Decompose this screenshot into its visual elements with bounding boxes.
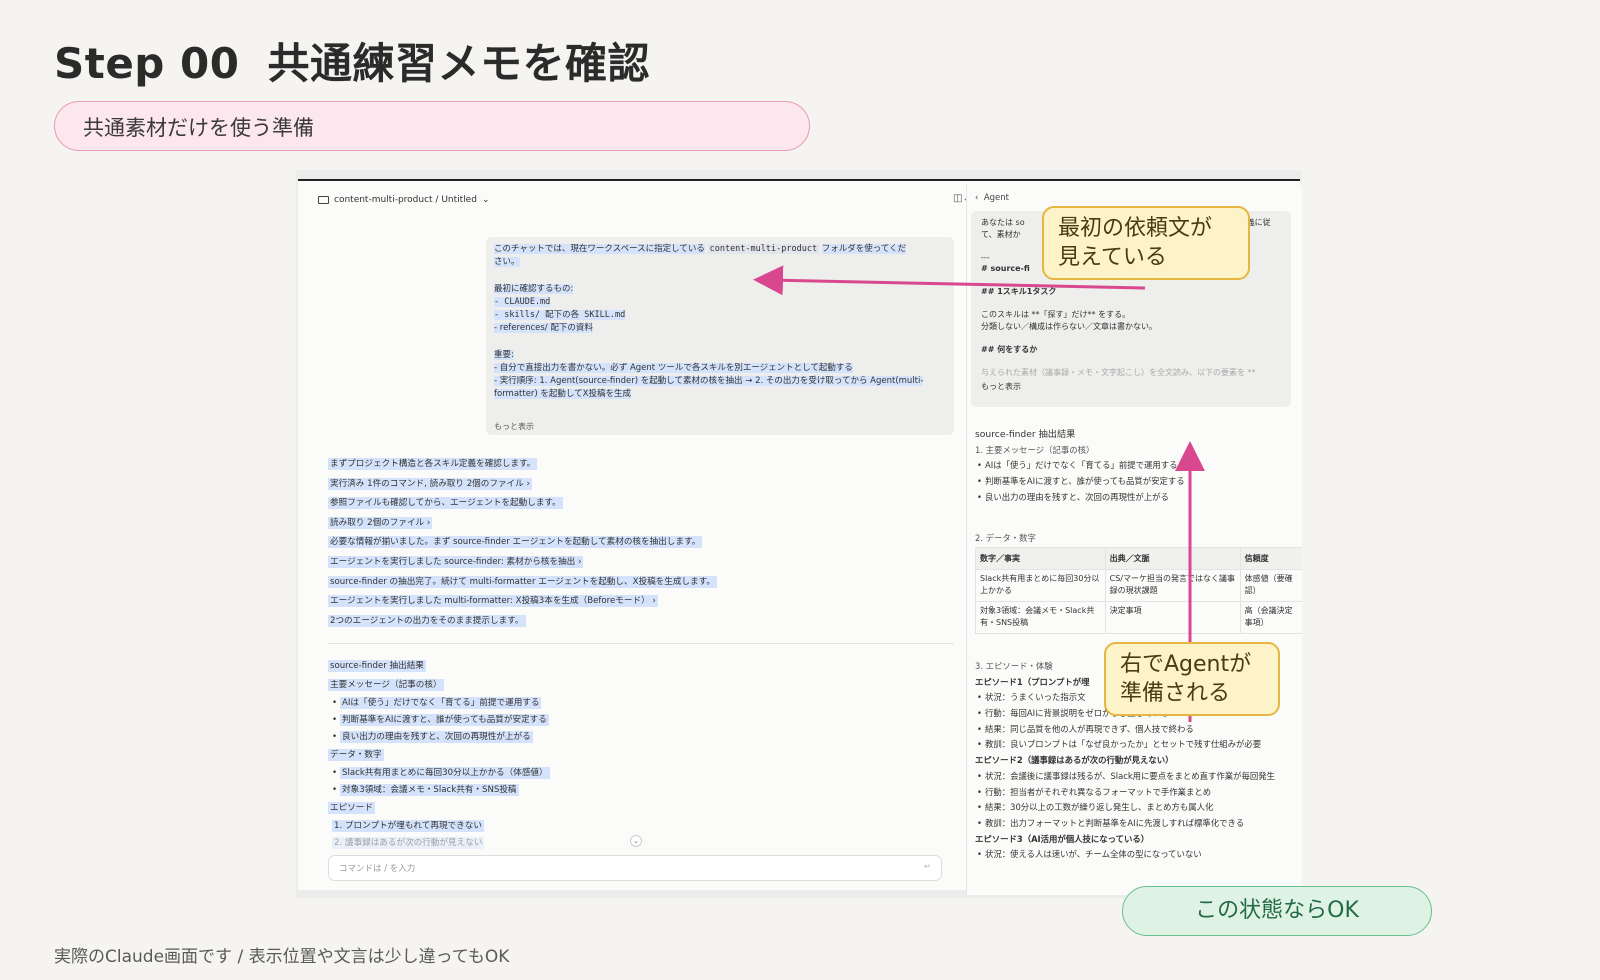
callout-agent-ready: 右でAgentが 準備される xyxy=(1104,642,1280,716)
show-more-link[interactable]: もっと表示 xyxy=(494,421,534,432)
stream-line: 2つのエージェントの出力をそのまま提示します。 xyxy=(328,614,526,627)
laptop-icon xyxy=(318,196,329,204)
step-label: Step 00 xyxy=(54,39,240,88)
stream-line[interactable]: エージェントを実行しました source-finder: 素材から核を抽出 › xyxy=(328,553,968,573)
stream-line: 必要な情報が揃いました。まず source-finder エージェントを起動して… xyxy=(328,536,703,549)
agent-section-data: 2. データ・数字 xyxy=(975,533,1036,543)
breadcrumb[interactable]: content-multi-product / Untitled ⌄ xyxy=(318,195,489,205)
agent-show-more[interactable]: もっと表示 xyxy=(981,381,1281,393)
divider xyxy=(328,643,954,644)
stream-line: まずプロジェクト構造と各スキル定義を確認します。 xyxy=(328,458,538,470)
list-item: 良い出力の理由を残すと、次回の再現性が上がる xyxy=(328,729,968,746)
list-item: 対象3領域：会議メモ・Slack共有・SNS投稿 xyxy=(328,782,968,799)
result-section: エピソード xyxy=(328,802,375,814)
enter-icon[interactable]: ↵ xyxy=(924,862,931,872)
footer-note: 実際のClaude画面です / 表示位置や文言は少し違ってもOK xyxy=(54,947,510,967)
chevron-left-icon: ‹ xyxy=(975,193,979,203)
list-item: 判断基準をAIに渡すと、誰が使っても品質が安定する xyxy=(328,712,968,729)
stream-line[interactable]: エージェントを実行しました multi-formatter: X投稿3本を生成（… xyxy=(328,592,968,612)
user-message: このチャットでは、現在ワークスペースに指定している content-multi-… xyxy=(486,237,954,435)
data-table: 数字／事実 出典／文脈 信頼度 Slack共有用まとめに毎回30分以上かかる CS/マ… xyxy=(975,547,1302,634)
assistant-stream: まずプロジェクト構造と各スキル定義を確認します。 実行済み 1件のコマンド, 読… xyxy=(328,455,968,631)
list-item: Slack共有用まとめに毎回30分以上かかる（体感値） xyxy=(328,765,968,782)
ok-badge: この状態ならOK xyxy=(1122,886,1432,936)
agent-panel: ‹ Agent あなたは so 義に従 て、素材か --- # source-fi… xyxy=(966,185,1302,895)
list-item: AIは「使う」だけでなく「育てる」前提で運用する xyxy=(328,695,968,712)
agent-header[interactable]: ‹ Agent xyxy=(975,193,1009,203)
title-text: 共通練習メモを確認 xyxy=(267,39,650,88)
chevron-down-icon: ⌄ xyxy=(481,195,490,205)
list-item: 2. 議事録はあるが次の行動が見えない xyxy=(332,837,485,849)
subtitle-pill: 共通素材だけを使う準備 xyxy=(54,101,810,151)
result-body: source-finder 抽出結果 主要メッセージ（記事の核） AIは「使う」… xyxy=(328,657,968,852)
result-section: データ・数字 xyxy=(328,749,384,761)
slide-title: Step 00 共通練習メモを確認 xyxy=(54,30,678,91)
stream-line: source-finder の抽出完了。続けて multi-formatter … xyxy=(328,575,717,588)
stream-line: 参照ファイルも確認してから、エージェントを起動します。 xyxy=(328,497,563,510)
agent-result-top: source-finder 抽出結果 1. 主要メッセージ（記事の核） AIは「… xyxy=(975,427,1295,505)
list-item: 1. プロンプトが埋もれて再現できない xyxy=(332,820,484,832)
stream-line[interactable]: 読み取り 2個のファイル › xyxy=(328,514,968,534)
result-heading: source-finder 抽出結果 xyxy=(328,660,426,672)
stream-line[interactable]: 実行済み 1件のコマンド, 読み取り 2個のファイル › xyxy=(328,475,968,495)
command-input[interactable]: コマンドは / を入力 ↵ xyxy=(328,855,942,881)
callout-first-prompt: 最初の依頼文が 見えている xyxy=(1042,206,1250,280)
result-section: 主要メッセージ（記事の核） xyxy=(328,679,444,691)
scroll-down-button[interactable]: ⌄ xyxy=(630,835,642,847)
